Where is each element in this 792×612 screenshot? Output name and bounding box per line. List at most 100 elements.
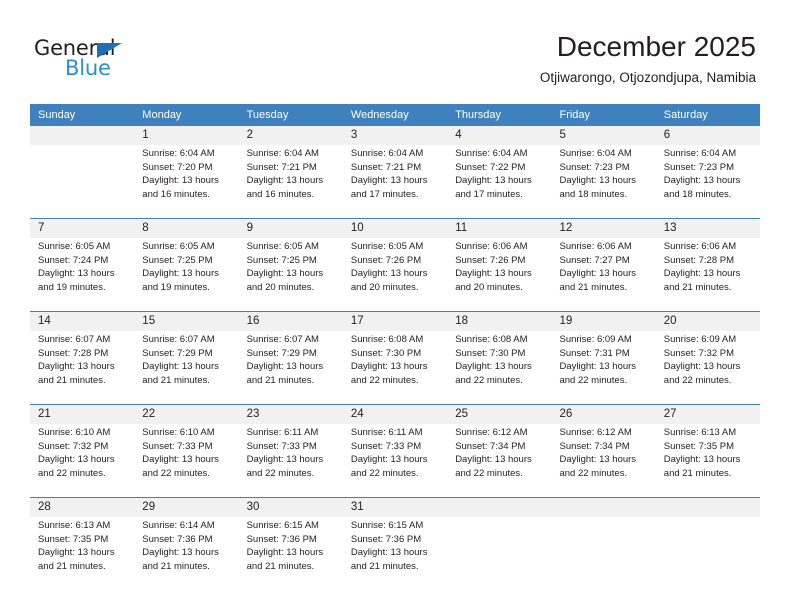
day-cell-6[interactable]: Sunrise: 6:04 AM Sunset: 7:23 PM Daylight:… [655, 145, 761, 210]
day-info-line: Daylight: 13 hours [663, 361, 741, 373]
day-number-20[interactable]: 20 [655, 312, 761, 331]
day-number-row: 28 29 30 31 [30, 498, 761, 517]
day-info-line: and 21 minutes. [663, 281, 732, 293]
day-info-line: Sunrise: 6:04 AM [559, 148, 632, 159]
day-number-31[interactable]: 31 [342, 498, 448, 517]
day-cell-21[interactable]: Sunrise: 6:10 AM Sunset: 7:32 PM Daylight:… [30, 424, 135, 489]
day-info-line: Daylight: 13 hours [142, 268, 219, 280]
day-number-11[interactable]: 11 [447, 219, 552, 238]
day-info-line: Sunset: 7:29 PM [246, 347, 317, 359]
day-number-19[interactable]: 19 [551, 312, 656, 331]
day-info-line: and 20 minutes. [350, 281, 419, 293]
day-info-line: Daylight: 13 hours [142, 175, 219, 187]
day-info-line: Sunset: 7:36 PM [246, 533, 317, 545]
day-info-line: Sunset: 7:35 PM [38, 533, 109, 545]
day-info-line: Sunrise: 6:08 AM [455, 334, 528, 345]
day-info-line: Sunset: 7:33 PM [246, 440, 317, 452]
day-cell-26[interactable]: Sunrise: 6:12 AM Sunset: 7:34 PM Daylight:… [551, 424, 656, 489]
day-number-15[interactable]: 15 [134, 312, 239, 331]
day-number-10[interactable]: 10 [342, 219, 448, 238]
day-cell-18[interactable]: Sunrise: 6:08 AM Sunset: 7:30 PM Daylight:… [447, 331, 552, 396]
day-number-1[interactable]: 1 [134, 126, 239, 145]
day-number-25[interactable]: 25 [447, 405, 552, 424]
day-cell-7[interactable]: Sunrise: 6:05 AM Sunset: 7:24 PM Daylight:… [30, 238, 135, 303]
day-info-line: and 22 minutes. [142, 467, 210, 479]
day-info-line: and 21 minutes. [246, 560, 315, 572]
day-number-18[interactable]: 18 [447, 312, 552, 331]
day-cell-22[interactable]: Sunrise: 6:10 AM Sunset: 7:33 PM Daylight:… [134, 424, 239, 489]
day-cell-16[interactable]: Sunrise: 6:07 AM Sunset: 7:29 PM Daylight:… [238, 331, 343, 396]
day-info-line: Daylight: 13 hours [38, 454, 115, 466]
day-cell-29[interactable]: Sunrise: 6:14 AM Sunset: 7:36 PM Daylight:… [134, 517, 239, 582]
general-blue-logo[interactable]: General Blue [34, 36, 184, 88]
day-cell-14[interactable]: Sunrise: 6:07 AM Sunset: 7:28 PM Daylight:… [30, 331, 135, 396]
day-cell-2[interactable]: Sunrise: 6:04 AM Sunset: 7:21 PM Daylight:… [238, 145, 343, 210]
day-info-line: Daylight: 13 hours [246, 361, 324, 373]
weekday-header-sunday: Sunday [30, 104, 135, 126]
day-info-line: Sunset: 7:35 PM [663, 440, 735, 452]
day-number-row: 14 15 16 17 18 19 20 [30, 312, 761, 331]
day-cell-31[interactable]: Sunrise: 6:15 AM Sunset: 7:36 PM Daylight:… [342, 517, 448, 582]
day-info-line: and 21 minutes. [142, 560, 210, 572]
page-title: December 2025 [556, 31, 756, 62]
day-cell-27[interactable]: Sunrise: 6:13 AM Sunset: 7:35 PM Daylight:… [655, 424, 761, 489]
day-cell-4[interactable]: Sunrise: 6:04 AM Sunset: 7:22 PM Daylight:… [447, 145, 552, 210]
day-info-line: Sunset: 7:30 PM [455, 347, 526, 359]
day-cell-19[interactable]: Sunrise: 6:09 AM Sunset: 7:31 PM Daylight:… [551, 331, 656, 396]
day-cell-12[interactable]: Sunrise: 6:06 AM Sunset: 7:27 PM Daylight:… [551, 238, 656, 303]
day-cell-5[interactable]: Sunrise: 6:04 AM Sunset: 7:23 PM Daylight:… [551, 145, 656, 210]
day-number-27[interactable]: 27 [655, 405, 761, 424]
day-cell-28[interactable]: Sunrise: 6:13 AM Sunset: 7:35 PM Daylight:… [30, 517, 135, 582]
day-number-12[interactable]: 12 [551, 219, 656, 238]
day-number-26[interactable]: 26 [551, 405, 656, 424]
day-info-line: and 16 minutes. [142, 188, 210, 200]
day-cell-1[interactable]: Sunrise: 6:04 AM Sunset: 7:20 PM Daylight:… [134, 145, 239, 210]
day-number-23[interactable]: 23 [238, 405, 343, 424]
day-number-14[interactable]: 14 [30, 312, 135, 331]
day-number-3[interactable]: 3 [342, 126, 448, 145]
day-number-21[interactable]: 21 [30, 405, 135, 424]
day-number-2[interactable]: 2 [238, 126, 343, 145]
day-number-30[interactable]: 30 [238, 498, 343, 517]
day-info-line: Daylight: 13 hours [455, 361, 532, 373]
day-number-9[interactable]: 9 [238, 219, 343, 238]
day-cell-24[interactable]: Sunrise: 6:11 AM Sunset: 7:33 PM Daylight:… [342, 424, 448, 489]
day-cell-11[interactable]: Sunrise: 6:06 AM Sunset: 7:26 PM Daylight:… [447, 238, 552, 303]
day-cell-30[interactable]: Sunrise: 6:15 AM Sunset: 7:36 PM Daylight:… [238, 517, 343, 582]
day-cell-17[interactable]: Sunrise: 6:08 AM Sunset: 7:30 PM Daylight:… [342, 331, 448, 396]
day-cell-15[interactable]: Sunrise: 6:07 AM Sunset: 7:29 PM Daylight:… [134, 331, 239, 396]
day-detail-row: Sunrise: 6:07 AM Sunset: 7:28 PM Daylight:… [30, 331, 761, 396]
day-info-line: Sunrise: 6:09 AM [663, 334, 737, 345]
day-cell-8[interactable]: Sunrise: 6:05 AM Sunset: 7:25 PM Daylight:… [134, 238, 239, 303]
day-cell-10[interactable]: Sunrise: 6:05 AM Sunset: 7:26 PM Daylight:… [342, 238, 448, 303]
weekday-header-thursday: Thursday [447, 104, 552, 126]
weekday-header-saturday: Saturday [655, 104, 761, 126]
day-number-16[interactable]: 16 [238, 312, 343, 331]
day-number-8[interactable]: 8 [134, 219, 239, 238]
weekday-header-friday: Friday [551, 104, 656, 126]
day-cell-13[interactable]: Sunrise: 6:06 AM Sunset: 7:28 PM Daylight:… [655, 238, 761, 303]
day-number-17[interactable]: 17 [342, 312, 448, 331]
day-info-line: Daylight: 13 hours [142, 361, 219, 373]
day-number-22[interactable]: 22 [134, 405, 239, 424]
day-number-6[interactable]: 6 [655, 126, 761, 145]
day-info-line: and 21 minutes. [38, 374, 106, 386]
day-cell-20[interactable]: Sunrise: 6:09 AM Sunset: 7:32 PM Daylight:… [655, 331, 761, 396]
day-number-24[interactable]: 24 [342, 405, 448, 424]
day-info-line: Sunset: 7:26 PM [455, 254, 526, 266]
day-info-line: and 21 minutes. [559, 281, 628, 293]
day-info-line: Sunset: 7:34 PM [559, 440, 630, 452]
day-number-7[interactable]: 7 [30, 219, 135, 238]
day-info-line: Sunrise: 6:13 AM [38, 520, 111, 531]
day-cell-25[interactable]: Sunrise: 6:12 AM Sunset: 7:34 PM Daylight:… [447, 424, 552, 489]
day-info-line: Daylight: 13 hours [663, 454, 741, 466]
day-number-29[interactable]: 29 [134, 498, 239, 517]
day-number-4[interactable]: 4 [447, 126, 552, 145]
day-cell-3[interactable]: Sunrise: 6:04 AM Sunset: 7:21 PM Daylight:… [342, 145, 448, 210]
day-cell-23[interactable]: Sunrise: 6:11 AM Sunset: 7:33 PM Daylight:… [238, 424, 343, 489]
day-cell-9[interactable]: Sunrise: 6:05 AM Sunset: 7:25 PM Daylight:… [238, 238, 343, 303]
day-number-28[interactable]: 28 [30, 498, 135, 517]
day-number-13[interactable]: 13 [655, 219, 761, 238]
day-number-5[interactable]: 5 [551, 126, 656, 145]
week-separator [30, 303, 761, 312]
